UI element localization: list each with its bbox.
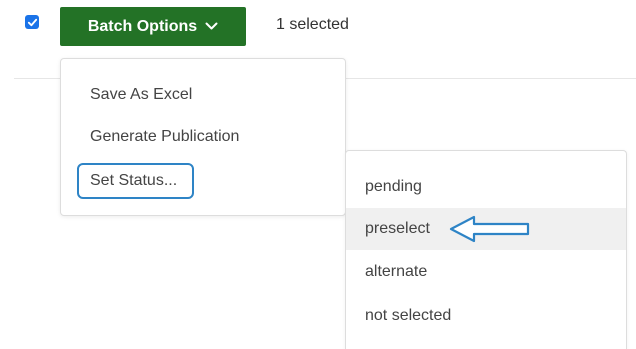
batch-options-label: Batch Options [87,17,198,35]
status-option-label: pending [365,178,422,195]
batch-options-menu: Save As Excel Generate Publication Set S… [60,58,346,216]
status-option-label: not selected [365,307,452,324]
page: Batch Options 1 selected Save As Excel G… [0,0,636,349]
status-option-alternate[interactable]: alternate [346,251,626,293]
status-submenu: pending preselect alternate not selected [345,150,627,349]
menu-item-save-as-excel[interactable]: Save As Excel [90,86,192,104]
status-option-preselect[interactable]: preselect [346,208,626,250]
menu-item-generate-publication[interactable]: Generate Publication [90,128,239,146]
menu-item-set-status[interactable]: Set Status... [90,172,177,190]
status-option-label: preselect [365,220,430,237]
status-option-not-selected[interactable]: not selected [346,295,626,337]
status-option-pending[interactable]: pending [346,166,626,208]
select-all-checkbox[interactable] [25,15,39,29]
checkmark-icon [27,18,37,26]
batch-options-button[interactable]: Batch Options [60,7,246,46]
selected-count: 1 selected [276,16,349,33]
chevron-down-icon [205,22,218,31]
status-option-label: alternate [365,263,428,280]
